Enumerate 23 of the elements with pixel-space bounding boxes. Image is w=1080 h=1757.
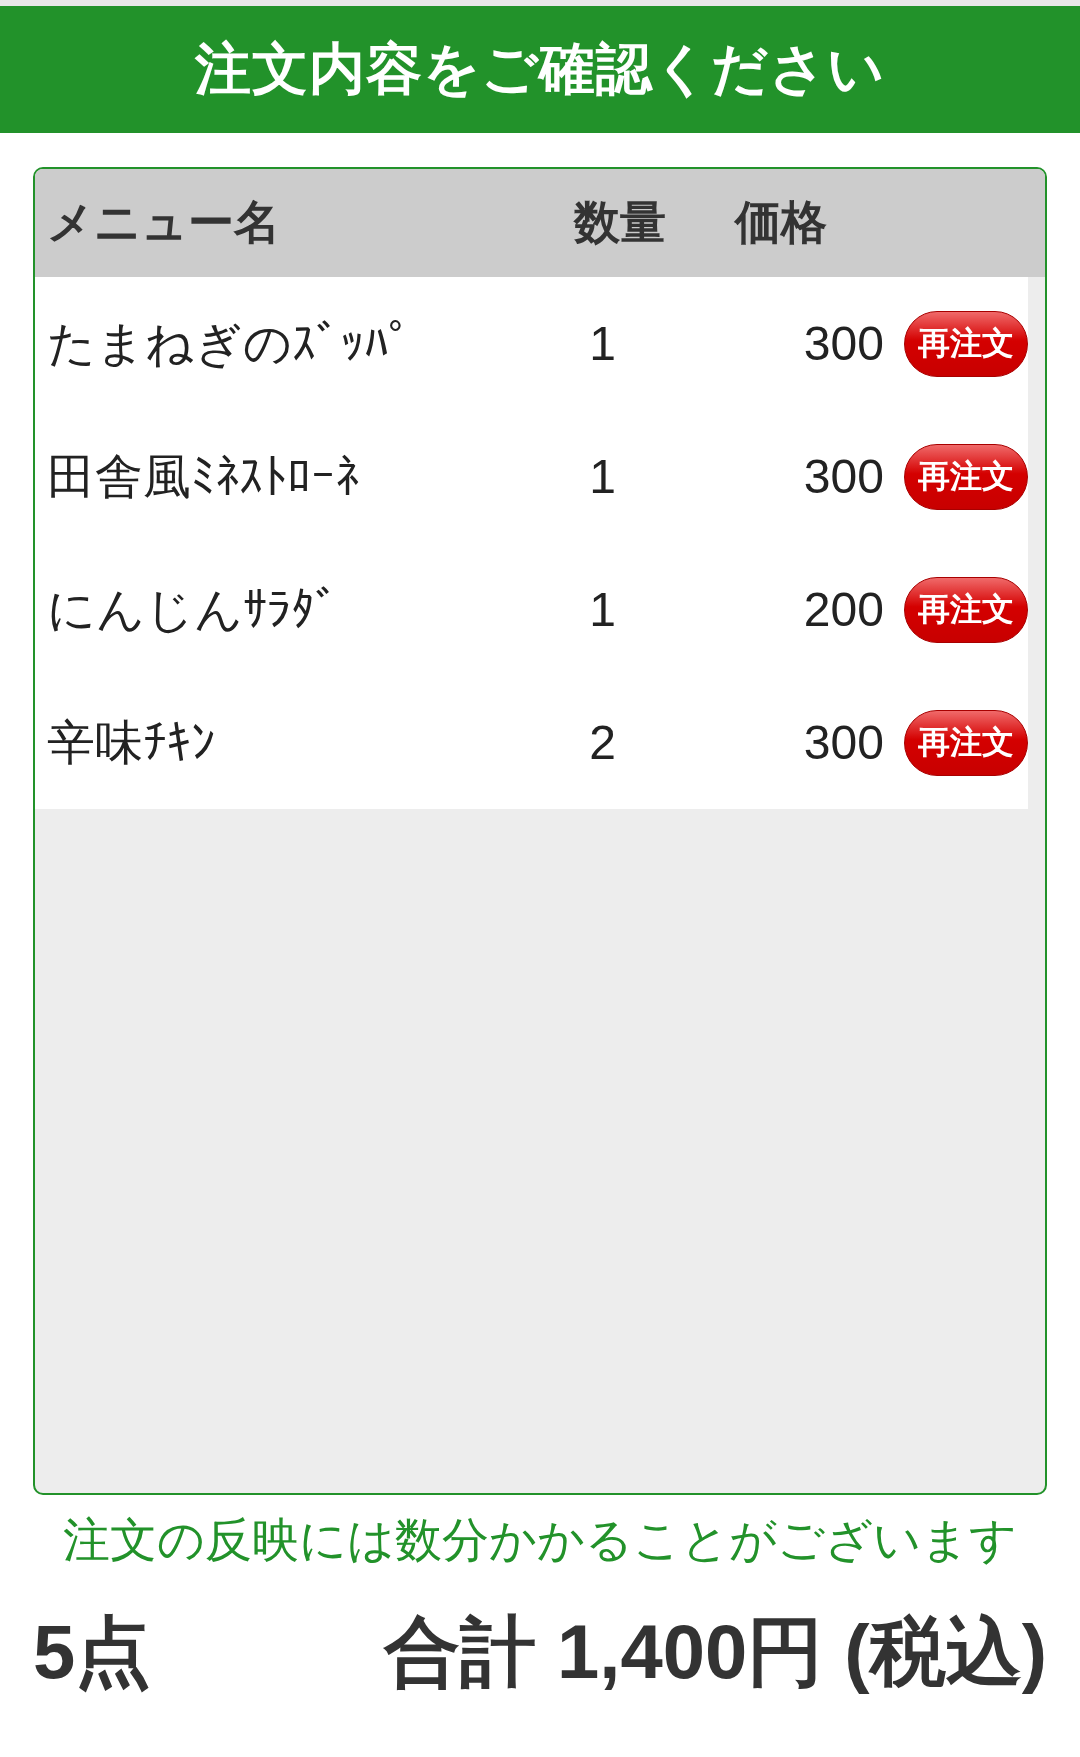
column-header: 価格 bbox=[733, 195, 828, 250]
reorder-button[interactable]: 再注文 bbox=[903, 709, 1028, 776]
price-cell-text: 300 bbox=[802, 715, 884, 770]
quantity-cell-text: 2 bbox=[588, 715, 617, 770]
reorder-button[interactable]: 再注文 bbox=[903, 443, 1028, 510]
menu-item-name: 辛味ﾁｷﾝ bbox=[46, 714, 216, 771]
menu-item-name: にんじんｻﾗﾀﾞ bbox=[46, 581, 340, 638]
price-cell-text: 200 bbox=[802, 582, 884, 637]
reorder-button[interactable]: 再注文 bbox=[903, 576, 1028, 643]
column-header: メニュー名 bbox=[46, 195, 281, 250]
price-cell-text: 300 bbox=[802, 449, 884, 504]
total-price: 合計 1,400円 (税込) bbox=[383, 1608, 1047, 1696]
notice-text: 注文の反映には数分かかることがございます bbox=[62, 1512, 1018, 1568]
column-header: 数量 bbox=[572, 195, 667, 250]
quantity-cell-text: 1 bbox=[588, 449, 617, 504]
menu-item-name: 田舎風ﾐﾈｽﾄﾛｰﾈ bbox=[46, 448, 360, 505]
price-cell-text: 300 bbox=[802, 316, 884, 371]
item-count: 5点 bbox=[33, 1608, 152, 1696]
quantity-cell-text: 1 bbox=[588, 582, 617, 637]
reorder-button[interactable]: 再注文 bbox=[903, 310, 1028, 377]
page-title: 注文内容をご確認ください bbox=[195, 35, 885, 102]
quantity-cell-text: 1 bbox=[588, 316, 617, 371]
menu-item-name: たまねぎのｽﾞｯﾊﾟ bbox=[46, 315, 413, 372]
